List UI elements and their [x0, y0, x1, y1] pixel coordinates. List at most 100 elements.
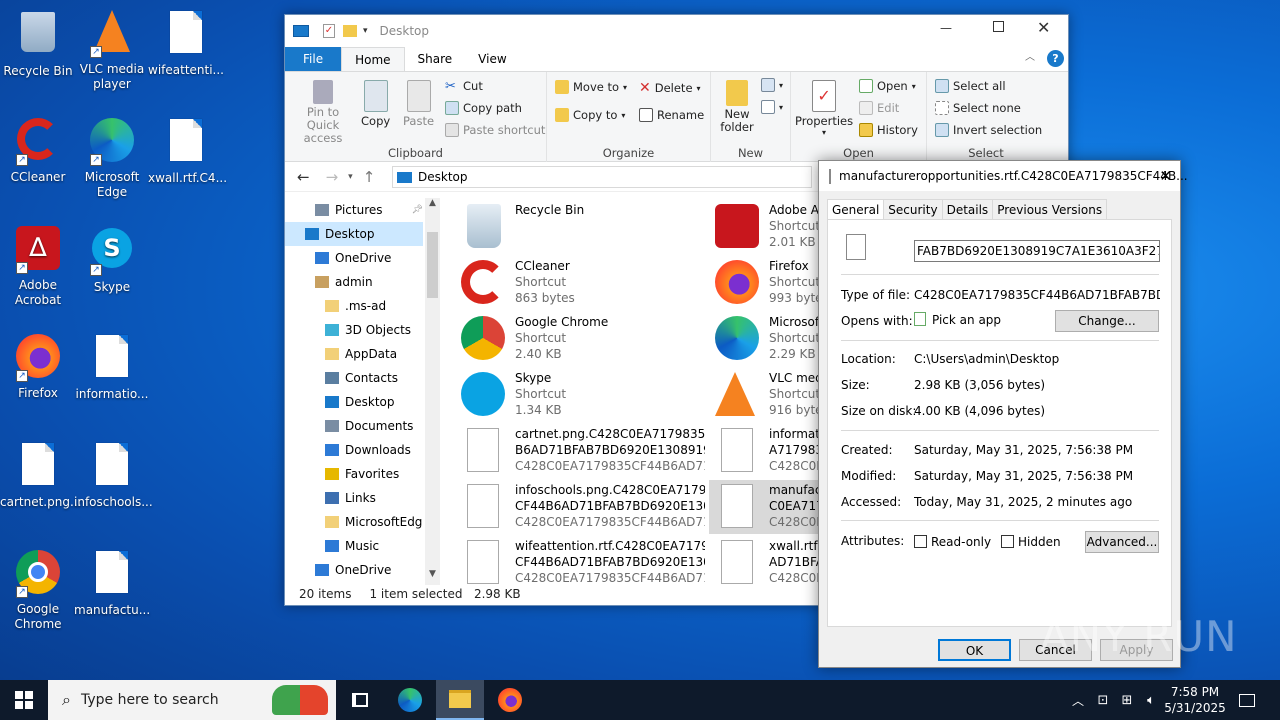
nav-item[interactable]: Pictures 📌︎: [285, 198, 423, 222]
new-folder-button[interactable]: New folder: [715, 80, 759, 134]
paste-button[interactable]: Paste: [403, 80, 434, 128]
maximize-button[interactable]: [993, 21, 1004, 32]
nav-item[interactable]: OneDrive: [285, 246, 423, 270]
select-all-button[interactable]: Select all: [935, 79, 1006, 93]
nav-item[interactable]: Downloads: [285, 438, 423, 462]
nav-item[interactable]: MicrosoftEdge: [285, 510, 423, 534]
nav-item[interactable]: admin: [285, 270, 423, 294]
nav-item[interactable]: Desktop: [285, 390, 423, 414]
desktop-icon-information[interactable]: informatio...: [74, 332, 150, 402]
up-arrow-icon[interactable]: ↑: [363, 168, 376, 186]
nav-item[interactable]: .ms-ad: [285, 294, 423, 318]
paste-shortcut-button[interactable]: Paste shortcut: [445, 123, 545, 137]
tab-general[interactable]: General: [827, 199, 885, 220]
pin-quick-access-button[interactable]: Pin to Quick access: [291, 80, 355, 145]
nav-item[interactable]: Documents: [285, 414, 423, 438]
clock[interactable]: 7:58 PM 5/31/2025: [1164, 680, 1226, 720]
recent-chevron-down-icon[interactable]: ▾: [348, 172, 353, 182]
ribbon-collapse-icon[interactable]: ︿: [1025, 47, 1035, 71]
forward-arrow-icon[interactable]: →: [326, 168, 339, 186]
nav-scrollbar[interactable]: ▲ ▼: [425, 198, 440, 585]
hidden-checkbox[interactable]: Hidden: [1001, 535, 1061, 549]
properties-button[interactable]: ✓ Properties ▾: [795, 80, 853, 137]
tab-previous-versions[interactable]: Previous Versions: [992, 199, 1108, 219]
filename-field[interactable]: FAB7BD6920E1308919C7A1E3610A3F2725E0B0: [914, 240, 1160, 262]
rename-button[interactable]: Rename: [639, 108, 704, 122]
taskbar-firefox-button[interactable]: [486, 680, 534, 720]
desktop-icon-recycle-bin[interactable]: Recycle Bin: [0, 8, 76, 79]
easy-access-button[interactable]: ▾: [761, 100, 783, 114]
file-item[interactable]: Skype Shortcut 1.34 KB: [455, 368, 705, 422]
nav-item[interactable]: Music: [285, 534, 423, 558]
action-center-button[interactable]: [1232, 680, 1262, 720]
scroll-up-arrow[interactable]: ▲: [425, 198, 440, 214]
desktop-icon-infoschools[interactable]: infoschools...: [74, 440, 153, 510]
cut-button[interactable]: ✂ Cut: [445, 79, 483, 94]
select-none-button[interactable]: Select none: [935, 101, 1021, 115]
edit-button[interactable]: Edit: [859, 101, 899, 115]
tab-security[interactable]: Security: [883, 199, 943, 219]
close-button[interactable]: ✕: [1037, 18, 1050, 37]
new-item-button[interactable]: ▾: [761, 78, 783, 92]
task-view-button[interactable]: [336, 680, 384, 720]
ok-button[interactable]: OK: [938, 639, 1011, 661]
file-item[interactable]: wifeattention.rtf.C428C0EA7179835 CF44B6A…: [455, 536, 705, 590]
invert-selection-button[interactable]: Invert selection: [935, 123, 1042, 137]
nav-item[interactable]: Links: [285, 486, 423, 510]
tab-share[interactable]: Share: [405, 47, 466, 71]
file-item[interactable]: infoschools.png.C428C0EA7179835 CF44B6AD7…: [455, 480, 705, 534]
delete-button[interactable]: ✕ Delete ▾: [639, 80, 701, 96]
nav-item[interactable]: Favorites: [285, 462, 423, 486]
desktop-icon-ccleaner[interactable]: ↗ CCleaner: [0, 116, 76, 185]
nav-item[interactable]: OneDrive: [285, 558, 423, 582]
nav-item[interactable]: Desktop: [285, 222, 423, 246]
properties-quick-icon[interactable]: ✓: [323, 23, 335, 38]
tab-view[interactable]: View: [465, 47, 519, 71]
desktop-icon-skype[interactable]: S ↗ Skype: [74, 224, 150, 295]
copy-path-button[interactable]: Copy path: [445, 101, 522, 115]
show-hidden-icons-chevron-up-icon[interactable]: ︿: [1066, 680, 1090, 720]
start-button[interactable]: [0, 680, 48, 720]
desktop-icon-edge[interactable]: ↗ Microsoft Edge: [74, 116, 150, 200]
desktop-icon-vlc[interactable]: ↗ VLC media player: [74, 8, 150, 92]
change-button[interactable]: Change...: [1055, 310, 1159, 332]
address-bar[interactable]: Desktop: [392, 166, 812, 188]
tab-details[interactable]: Details: [941, 199, 994, 219]
file-item[interactable]: Google Chrome Shortcut 2.40 KB: [455, 312, 705, 366]
scroll-thumb[interactable]: [427, 232, 438, 298]
taskbar-edge-button[interactable]: [386, 680, 434, 720]
desktop-icon-firefox[interactable]: ↗ Firefox: [0, 332, 76, 401]
file-item[interactable]: CCleaner Shortcut 863 bytes: [455, 256, 705, 310]
help-icon[interactable]: ?: [1047, 50, 1064, 67]
folder-quick-icon[interactable]: [343, 24, 357, 37]
tab-file[interactable]: File: [285, 47, 342, 71]
search-box[interactable]: ⌕ Type here to search: [48, 680, 336, 720]
desktop-icon-xwall[interactable]: xwall.rtf.C4...: [148, 116, 227, 186]
nav-item[interactable]: AppData: [285, 342, 423, 366]
minimize-button[interactable]: —: [940, 21, 952, 35]
desktop-icon-acrobat[interactable]: ∆ ↗ Adobe Acrobat: [0, 224, 76, 308]
close-button[interactable]: ✕: [1159, 167, 1172, 185]
copy-button[interactable]: Copy: [361, 80, 390, 128]
volume-icon[interactable]: 🔈︎: [1140, 680, 1162, 720]
file-item[interactable]: Recycle Bin: [455, 200, 705, 254]
desktop-icon-chrome[interactable]: ↗ Google Chrome: [0, 548, 76, 632]
open-button[interactable]: Open ▾: [859, 79, 916, 93]
move-to-button[interactable]: Move to ▾: [555, 80, 627, 94]
copy-to-button[interactable]: Copy to ▾: [555, 108, 625, 122]
file-item[interactable]: cartnet.png.C428C0EA7179835CF44 B6AD71BFA…: [455, 424, 705, 478]
nav-item[interactable]: Contacts: [285, 366, 423, 390]
desktop-icon-wifeattention[interactable]: wifeattenti...: [148, 8, 224, 78]
desktop-icon-manufacturer[interactable]: manufactu...: [74, 548, 150, 618]
network-status-icon[interactable]: ⊡: [1092, 680, 1114, 720]
readonly-checkbox[interactable]: Read-only: [914, 535, 991, 549]
taskbar-explorer-button[interactable]: [436, 680, 484, 720]
advanced-button[interactable]: Advanced...: [1085, 531, 1159, 553]
desktop-icon-cartnet[interactable]: cartnet.png...: [0, 440, 81, 510]
quick-access-dropdown-icon[interactable]: ▾: [363, 26, 368, 36]
nav-item[interactable]: 3D Objects: [285, 318, 423, 342]
back-arrow-icon[interactable]: ←: [297, 168, 310, 186]
tab-home[interactable]: Home: [341, 47, 405, 71]
history-button[interactable]: History: [859, 123, 918, 137]
network-icon[interactable]: ⊞: [1116, 680, 1138, 720]
